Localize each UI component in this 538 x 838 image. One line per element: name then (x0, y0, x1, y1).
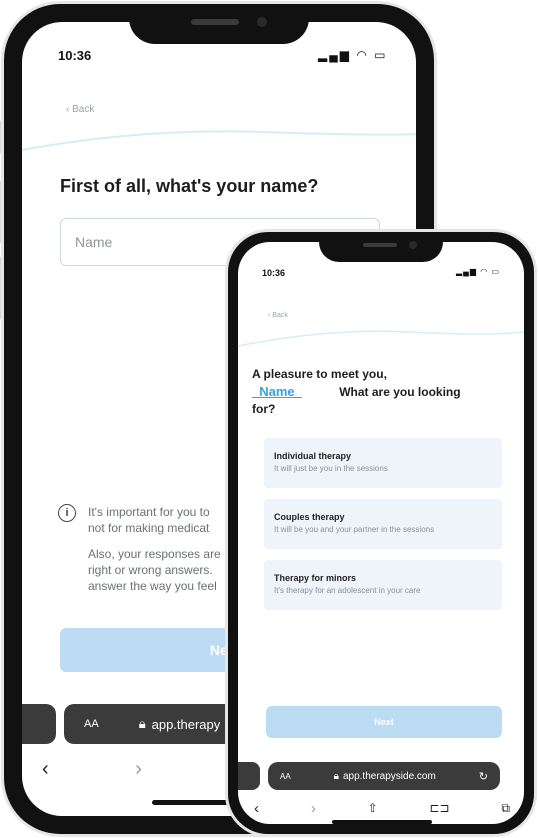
option-description: It will be you and your partner in the s… (274, 525, 435, 534)
next-button[interactable]: Next (266, 706, 502, 738)
back-link[interactable]: ‹ Back (66, 104, 94, 115)
camera (257, 17, 267, 27)
safari-previous-tab[interactable] (22, 704, 56, 744)
info-text: not for making medicat (88, 521, 210, 535)
wifi-icon: ◠ (356, 48, 369, 62)
url-text: app.therapy (151, 716, 221, 732)
option-title: Couples therapy (274, 512, 345, 522)
phone-notch (319, 232, 443, 262)
info-text: It's important for you to (88, 505, 210, 519)
share-icon[interactable]: ⇧ (368, 801, 378, 815)
greeting-suffix: What are you looking (339, 385, 461, 399)
text-size-button[interactable]: AA (280, 772, 291, 781)
greeting-line: A pleasure to meet you, (252, 367, 387, 381)
page-title: First of all, what's your name? (60, 176, 319, 196)
header-wave (22, 130, 416, 151)
option-title: Individual therapy (274, 451, 352, 461)
option-couples-therapy[interactable]: Couples therapy It will be you and your … (264, 499, 502, 549)
battery-icon: ▭ (374, 48, 388, 62)
speaker (191, 19, 239, 25)
url-group: 🔒︎ app.therapyside.com (334, 771, 436, 782)
info-text: Also, your responses are (88, 547, 221, 561)
safari-toolbar: ‹ › ⇧ (42, 754, 242, 784)
tabs-icon[interactable]: ⧉ (501, 801, 510, 816)
info-text: answer the way you feel (88, 579, 217, 593)
option-individual-therapy[interactable]: Individual therapy It will just be you i… (264, 438, 502, 488)
phone-screen: 10:36 ▂▄▆ ◠ ▭ ‹ Back A pleasure to meet … (238, 242, 524, 824)
signal-icon: ▂▄▆ (456, 267, 477, 276)
url-text: app.therapyside.com (342, 770, 436, 782)
chevron-right-icon[interactable]: › (311, 800, 316, 817)
status-time: 10:36 (262, 268, 286, 278)
option-therapy-for-minors[interactable]: Therapy for minors It's therapy for an a… (264, 560, 502, 610)
phone-mockup-front: 10:36 ▂▄▆ ◠ ▭ ‹ Back A pleasure to meet … (228, 232, 534, 834)
battery-icon: ▭ (491, 267, 500, 276)
option-description: It's therapy for an adolescent in your c… (274, 586, 421, 595)
info-icon: i (58, 504, 76, 522)
safari-previous-tab[interactable] (238, 762, 260, 790)
option-title: Therapy for minors (274, 573, 357, 583)
status-icons: ▂▄▆ ◠ ▭ (456, 267, 500, 276)
option-description: It will just be you in the sessions (274, 464, 388, 473)
home-indicator (332, 820, 432, 824)
lock-icon: 🔒︎ (138, 716, 146, 731)
name-placeholder: Name (75, 234, 113, 250)
chevron-right-icon[interactable]: › (135, 758, 142, 781)
safari-address-bar[interactable]: AA 🔒︎ app.therapyside.com ↻ (268, 762, 500, 790)
text-size-button[interactable]: AA (84, 718, 99, 730)
chevron-left-icon[interactable]: ‹ (42, 758, 49, 781)
info-text: right or wrong answers. (88, 563, 213, 577)
greeting-line: for? (252, 402, 276, 416)
status-time: 10:36 (58, 48, 92, 63)
header-wave (238, 330, 524, 347)
greeting-line: _Name_ What are you looking (252, 383, 512, 401)
signal-icon: ▂▄▆ (318, 48, 351, 62)
reload-icon[interactable]: ↻ (479, 770, 488, 783)
name-token: _Name_ (252, 384, 302, 399)
wifi-icon: ◠ (480, 267, 489, 276)
book-icon[interactable]: ⊏⊐ (430, 801, 450, 815)
camera (409, 241, 417, 249)
status-icons: ▂▄▆ ◠ ▭ (318, 48, 387, 62)
greeting-heading: A pleasure to meet you, _Name_ What are … (252, 366, 512, 418)
speaker (363, 243, 397, 247)
safari-toolbar: ‹ › ⇧ ⊏⊐ ⧉ (254, 796, 510, 820)
lock-icon: 🔒︎ (333, 770, 339, 782)
chevron-left-icon[interactable]: ‹ (254, 800, 259, 817)
phone-notch (129, 4, 309, 44)
back-link[interactable]: ‹ Back (268, 312, 288, 319)
